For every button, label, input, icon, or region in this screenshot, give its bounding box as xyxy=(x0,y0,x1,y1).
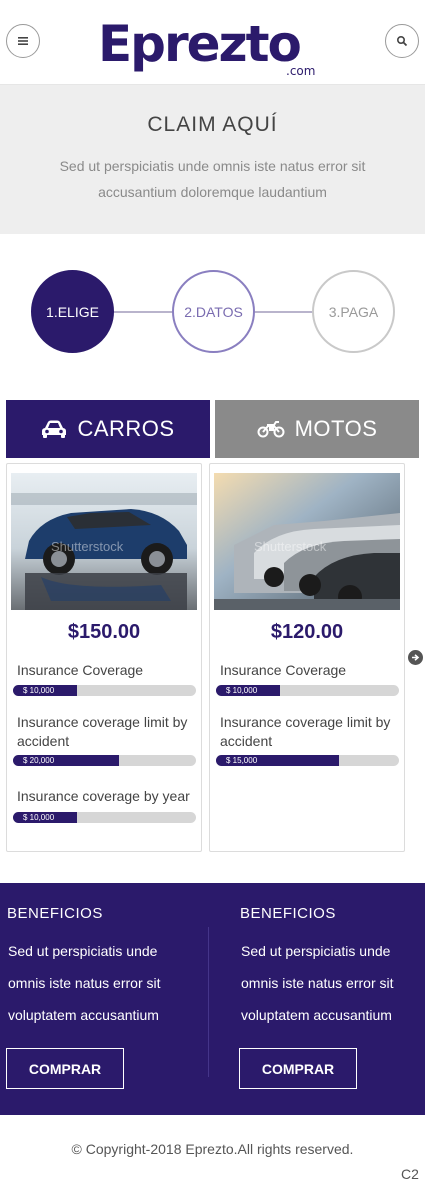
benefit-text: Sed ut perspiciatis unde omnis iste natu… xyxy=(241,943,394,1023)
tab-carros-label: CARROS xyxy=(77,416,175,441)
corner-label: C2 xyxy=(401,1166,419,1182)
car-photo: Shutterstock xyxy=(214,473,400,610)
benefit-text: Sed ut perspiciatis unde omnis iste natu… xyxy=(8,943,161,1023)
benefit-title: BENEFICIOS xyxy=(240,905,336,922)
copyright-text: © Copyright-2018 Eprezto.All rights rese… xyxy=(71,1141,354,1157)
coverage-value: $ 15,000 xyxy=(226,756,258,765)
step-connector xyxy=(254,311,313,313)
coverage-value: $ 10,000 xyxy=(23,813,55,822)
benefits-section: BENEFICIOS Sed ut perspiciatis unde omni… xyxy=(0,883,425,1115)
benefit-title: BENEFICIOS xyxy=(7,905,103,922)
site-header: Eprezto .com xyxy=(0,0,425,85)
coverage-label: Insurance Coverage xyxy=(220,662,347,678)
insurance-card[interactable]: Shutterstock $150.00 Insurance Coverage … xyxy=(6,463,202,852)
claim-title: CLAIM AQUÍ xyxy=(147,113,278,136)
coverage-bar: $ 10,000 xyxy=(13,812,196,823)
step-elige[interactable]: 1.ELIGE xyxy=(31,270,114,353)
claim-subtitle: Sed ut perspiciatis unde omnis iste natu… xyxy=(59,158,366,200)
tab-motos[interactable]: MOTOS xyxy=(215,400,419,458)
claim-banner: CLAIM AQUÍ Sed ut perspiciatis unde omni… xyxy=(0,85,425,234)
insurance-card[interactable]: Shutterstock $120.00 Insurance Coverage … xyxy=(209,463,405,852)
benefits-divider xyxy=(208,927,209,1077)
motorcycle-icon xyxy=(257,421,285,438)
coverage-value: $ 20,000 xyxy=(23,756,55,765)
coverage-label: Insurance coverage limit by accident xyxy=(220,714,391,749)
watermark-text: Shutterstock xyxy=(254,539,327,554)
card-price: $150.00 xyxy=(67,621,141,643)
coverage-value: $ 10,000 xyxy=(23,686,55,695)
card-price: $120.00 xyxy=(270,621,344,643)
logo-wordmark: Eprezto xyxy=(98,15,302,73)
coverage-value: $ 10,000 xyxy=(226,686,258,695)
search-icon xyxy=(396,35,408,47)
tab-carros[interactable]: CARROS xyxy=(6,400,210,458)
coverage-label: Insurance coverage by year xyxy=(17,788,190,804)
comprar-button[interactable]: COMPRAR xyxy=(6,1048,124,1089)
step-datos[interactable]: 2.DATOS xyxy=(172,270,255,353)
tab-motos-label: MOTOS xyxy=(294,416,378,441)
arrow-right-icon xyxy=(412,654,420,661)
car-photo: Shutterstock xyxy=(11,473,197,610)
eprezto-logo[interactable]: Eprezto .com xyxy=(98,16,330,80)
step-paga[interactable]: 3.PAGA xyxy=(312,270,395,353)
coverage-bar: $ 10,000 xyxy=(216,685,399,696)
car-icon xyxy=(42,420,67,438)
step-connector xyxy=(113,311,173,313)
coverage-label: Insurance Coverage xyxy=(17,662,144,678)
coverage-bar: $ 10,000 xyxy=(13,685,196,696)
menu-button[interactable] xyxy=(6,24,40,58)
comprar-button[interactable]: COMPRAR xyxy=(239,1048,357,1089)
carousel-next-button[interactable] xyxy=(408,650,423,665)
coverage-bar: $ 20,000 xyxy=(13,755,196,766)
coverage-bar: $ 15,000 xyxy=(216,755,399,766)
search-button[interactable] xyxy=(385,24,419,58)
logo-domain: .com xyxy=(286,64,316,78)
menu-icon xyxy=(18,37,28,45)
watermark-text: Shutterstock xyxy=(51,539,124,554)
checkout-steps: 1.ELIGE 2.DATOS 3.PAGA xyxy=(0,234,425,390)
coverage-label: Insurance coverage limit by accident xyxy=(17,714,188,749)
